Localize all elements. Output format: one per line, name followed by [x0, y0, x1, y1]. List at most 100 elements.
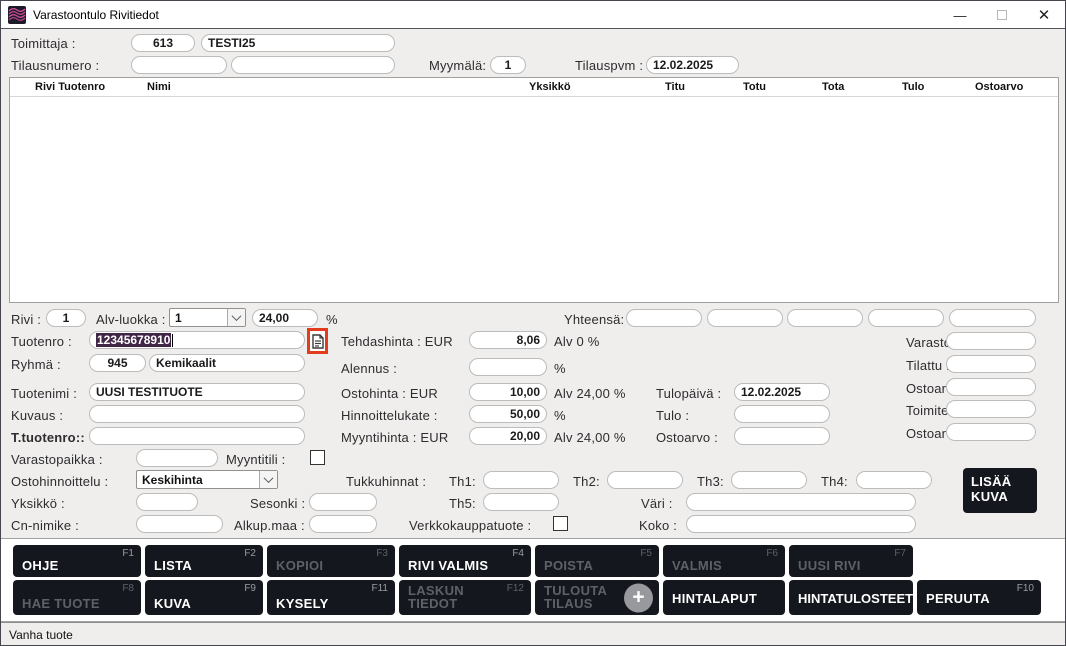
alv-percent-field[interactable]: 24,00: [252, 309, 318, 327]
myyntitili-checkbox[interactable]: [310, 450, 325, 465]
tilauspvm-field[interactable]: 12.02.2025: [646, 56, 739, 74]
column-header: Ostoarvo: [975, 81, 1024, 93]
tulo-label: Tulo :: [656, 408, 690, 423]
toimittaja-label: Toimittaja :: [11, 36, 76, 51]
myyntihinta-alv-label: Alv 24,00 %: [554, 430, 626, 445]
tulouta-tilaus-button[interactable]: TULOUTA TILAUS +: [535, 580, 659, 615]
t-tuotenro-label: T.tuotenro::: [11, 430, 85, 445]
tehdashinta-field[interactable]: 8,06: [469, 331, 547, 349]
hintatulosteet-button[interactable]: HINTATULOSTEET: [789, 580, 913, 615]
ryhma-code-field[interactable]: 945: [89, 354, 146, 372]
column-header: Tota: [822, 81, 845, 93]
product-info-button[interactable]: [307, 328, 328, 354]
tuotenro-field[interactable]: 12345678910: [89, 331, 305, 349]
kuvaus-field[interactable]: [89, 405, 305, 423]
titlebar: Varastoontulo Rivitiedot — ✕: [1, 1, 1065, 29]
ostohinta-field[interactable]: 10,00: [469, 383, 547, 401]
myyntihinta-field[interactable]: 20,00: [469, 427, 547, 445]
tulopaiva-field[interactable]: 12.02.2025: [734, 383, 830, 401]
poista-button[interactable]: POISTA F5: [535, 545, 659, 577]
status-bar: Vanha tuote: [1, 622, 1065, 645]
close-icon: ✕: [1037, 7, 1051, 24]
ostoarvo-tilattu-field[interactable]: [946, 378, 1036, 396]
yksikko-field[interactable]: [136, 493, 198, 511]
minimize-icon: —: [953, 7, 967, 23]
kuva-button[interactable]: KUVA F9: [145, 580, 263, 615]
uusi-rivi-button[interactable]: UUSI RIVI F7: [789, 545, 913, 577]
yhteensa-field-4[interactable]: [868, 309, 944, 327]
kopioi-button[interactable]: KOPIOI F3: [267, 545, 395, 577]
tuotenimi-field[interactable]: UUSI TESTITUOTE: [89, 383, 305, 401]
hintalaput-button[interactable]: HINTALAPUT: [663, 580, 785, 615]
yksikko-label: Yksikkö :: [11, 496, 65, 511]
th3-field[interactable]: [731, 471, 807, 489]
hinnoittelukate-field[interactable]: 50,00: [469, 405, 547, 423]
close-button[interactable]: ✕: [1023, 1, 1065, 29]
lisaa-kuva-button[interactable]: LISÄÄ KUVA: [963, 468, 1037, 513]
ostoarvo-field[interactable]: [734, 427, 830, 445]
rivi-field[interactable]: 1: [46, 309, 86, 327]
column-header: Yksikkö: [529, 81, 571, 93]
hae-tuote-button[interactable]: HAE TUOTE F8: [13, 580, 141, 615]
ohje-button[interactable]: OHJE F1: [13, 545, 141, 577]
hinnoittelukate-suffix: %: [554, 408, 566, 423]
yhteensa-field-2[interactable]: [707, 309, 783, 327]
lista-button[interactable]: LISTA F2: [145, 545, 263, 577]
laskun-tiedot-button[interactable]: LASKUN TIEDOT F12: [399, 580, 531, 615]
alv-percent-suffix: %: [326, 312, 338, 327]
th4-field[interactable]: [856, 471, 932, 489]
ostoarvo-toimitettu-field[interactable]: [946, 423, 1036, 441]
peruuta-button[interactable]: PERUUTA F10: [917, 580, 1041, 615]
column-header: Rivi Tuotenro: [35, 81, 106, 93]
column-header: Totu: [743, 81, 767, 93]
toimittaja-name-field[interactable]: TESTI25: [201, 34, 395, 52]
yhteensa-field-5[interactable]: [949, 309, 1036, 327]
alv-luokka-label: Alv-luokka :: [96, 312, 166, 327]
sesonki-field[interactable]: [309, 493, 377, 511]
myymala-field[interactable]: 1: [490, 56, 526, 74]
ostohinta-alv-label: Alv 24,00 %: [554, 386, 626, 401]
document-icon: [311, 333, 324, 349]
status-text: Vanha tuote: [9, 628, 73, 642]
tilattu-field[interactable]: [946, 355, 1036, 373]
maximize-button[interactable]: [981, 1, 1023, 29]
text-caret: [172, 333, 174, 347]
t-tuotenro-field[interactable]: [89, 427, 305, 445]
alv-luokka-select[interactable]: 1: [169, 308, 246, 327]
vari-field[interactable]: [686, 493, 916, 511]
column-header: Tulo: [902, 81, 925, 93]
toimittaja-code-field[interactable]: 613: [131, 34, 195, 52]
yhteensa-field-1[interactable]: [626, 309, 702, 327]
column-header: Titu: [665, 81, 685, 93]
alkup-maa-field[interactable]: [309, 515, 377, 533]
chevron-down-icon: [263, 473, 274, 484]
th1-field[interactable]: [483, 471, 559, 489]
tilausnumero-field-2[interactable]: [231, 56, 395, 74]
varastopaikka-label: Varastopaikka :: [11, 452, 103, 467]
koko-field[interactable]: [686, 515, 916, 533]
ostohinnoittelu-select[interactable]: Keskihinta: [136, 470, 278, 489]
order-rows-table[interactable]: Rivi Tuotenro Nimi Yksikkö Titu Totu Tot…: [9, 77, 1059, 303]
toimitettu-field[interactable]: [946, 400, 1036, 418]
tukkuhinnat-label: Tukkuhinnat :: [346, 474, 427, 489]
th5-label: Th5:: [449, 496, 476, 511]
th3-label: Th3:: [697, 474, 724, 489]
alennus-field[interactable]: [469, 358, 547, 376]
th5-field[interactable]: [483, 493, 559, 511]
kysely-button[interactable]: KYSELY F11: [267, 580, 395, 615]
varastopaikka-field[interactable]: [136, 449, 218, 467]
tilausnumero-field-1[interactable]: [131, 56, 227, 74]
th2-field[interactable]: [607, 471, 683, 489]
tulo-field[interactable]: [734, 405, 830, 423]
minimize-button[interactable]: —: [939, 1, 981, 29]
verkkokauppatuote-label: Verkkokauppatuote :: [409, 518, 532, 533]
varasto-field[interactable]: [946, 332, 1036, 350]
ryhma-name-field[interactable]: Kemikaalit: [149, 354, 305, 372]
yhteensa-field-3[interactable]: [787, 309, 863, 327]
rivi-valmis-button[interactable]: RIVI VALMIS F4: [399, 545, 531, 577]
cn-nimike-field[interactable]: [136, 515, 223, 533]
verkkokauppatuote-checkbox[interactable]: [553, 516, 568, 531]
valmis-button[interactable]: VALMIS F6: [663, 545, 785, 577]
myyntitili-label: Myyntitili :: [226, 452, 286, 467]
myymala-label: Myymälä:: [429, 58, 487, 73]
